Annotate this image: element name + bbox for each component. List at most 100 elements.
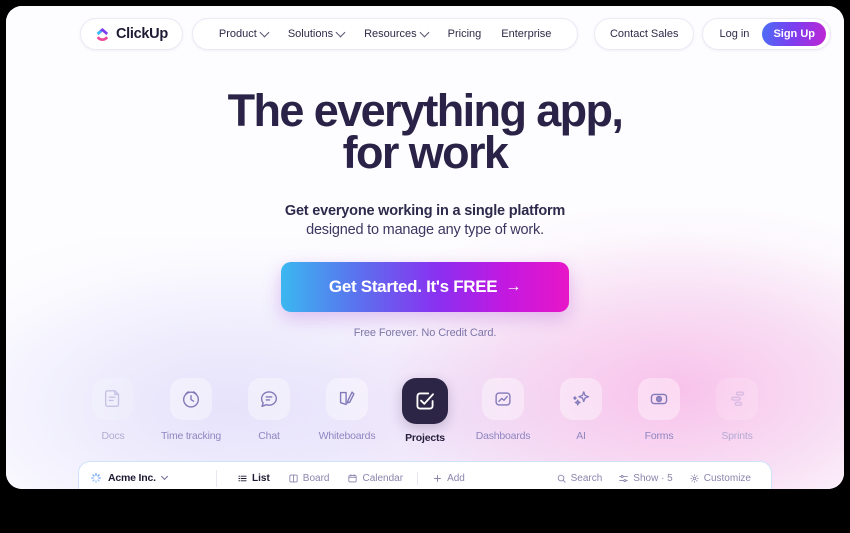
log-in-link[interactable]: Log in xyxy=(703,28,762,40)
document-icon xyxy=(104,390,120,408)
toolbar-divider xyxy=(216,469,217,487)
clock-icon xyxy=(182,391,200,408)
feature-tile xyxy=(170,378,212,420)
check-square-icon xyxy=(416,392,434,410)
tab-board[interactable]: Board xyxy=(279,473,339,484)
add-view-button[interactable]: Add xyxy=(423,473,474,484)
feature-dashboards[interactable]: Dashboards xyxy=(464,378,542,442)
app-toolbar: Acme Inc. List Board Calendar Add Search… xyxy=(79,462,771,489)
tab-label: List xyxy=(252,472,270,484)
nav-label: Pricing xyxy=(447,28,482,40)
feature-label: Sprints xyxy=(721,430,753,442)
cta-label: Get Started. It's FREE xyxy=(328,277,498,296)
page-title: The everything app, for work xyxy=(6,88,844,178)
chevron-down-icon xyxy=(259,27,270,37)
cta-container: Get Started. It's FREE → xyxy=(6,262,844,312)
calendar-icon xyxy=(348,473,358,482)
tab-label: Board xyxy=(302,472,330,484)
feature-tile xyxy=(326,378,368,420)
subheading-bold: Get everyone working in a single platfor… xyxy=(284,203,566,219)
cta-note: Free Forever. No Credit Card. xyxy=(353,327,497,339)
filter-icon xyxy=(619,474,629,482)
feature-label: Time tracking xyxy=(160,430,222,442)
workspace-switcher[interactable]: Acme Inc. xyxy=(90,472,216,484)
header-actions: Contact Sales Log in Sign Up xyxy=(593,18,831,50)
nav-label: Enterprise xyxy=(501,28,552,40)
tool-label: Customize xyxy=(703,472,751,484)
chart-square-icon xyxy=(495,392,511,406)
board-icon xyxy=(289,474,298,482)
device-frame-bottom xyxy=(0,489,850,533)
feature-label: Forms xyxy=(644,430,674,442)
feature-tile xyxy=(248,378,290,420)
feature-forms[interactable]: Forms xyxy=(620,378,698,442)
device-frame: ClickUp Product Solutions Resources Pric… xyxy=(0,0,850,533)
feature-label: AI xyxy=(576,430,586,442)
add-label: Add xyxy=(447,472,465,484)
feature-tile xyxy=(716,378,758,420)
nav-item-enterprise[interactable]: Enterprise xyxy=(491,28,561,40)
view-tabs: List Board Calendar Add xyxy=(228,471,474,485)
tab-calendar[interactable]: Calendar xyxy=(338,473,412,484)
whiteboard-pen-icon xyxy=(339,391,355,406)
feature-tile xyxy=(482,378,524,420)
nav-label: Product xyxy=(218,28,257,40)
sign-up-button[interactable]: Sign Up xyxy=(762,22,826,46)
chevron-down-icon xyxy=(335,27,346,37)
list-icon xyxy=(238,475,247,481)
sprint-bars-icon xyxy=(731,391,745,406)
nav-item-solutions[interactable]: Solutions xyxy=(278,27,354,40)
main-nav: Product Solutions Resources Pricing Ente… xyxy=(191,18,579,50)
chevron-down-icon xyxy=(160,472,168,480)
nav-item-resources[interactable]: Resources xyxy=(354,27,438,40)
nav-item-product[interactable]: Product xyxy=(209,27,278,40)
feature-label: Projects xyxy=(405,432,445,444)
search-icon xyxy=(557,474,566,483)
feature-ai[interactable]: AI xyxy=(542,378,620,442)
feature-docs[interactable]: Docs xyxy=(74,378,152,442)
site-header: ClickUp Product Solutions Resources Pric… xyxy=(6,6,844,62)
subheading-regular: designed to manage any type of work. xyxy=(306,222,544,238)
get-started-button[interactable]: Get Started. It's FREE → xyxy=(281,262,569,312)
nav-label: Solutions xyxy=(287,28,334,40)
tab-label: Calendar xyxy=(362,472,404,484)
arrow-right-icon: → xyxy=(505,278,522,295)
auth-group: Log in Sign Up xyxy=(702,18,831,50)
app-toolbar-right: Search Show · 5 Customize xyxy=(548,473,759,484)
search-button[interactable]: Search xyxy=(548,473,611,484)
logo[interactable]: ClickUp xyxy=(80,18,183,50)
feature-whiteboards[interactable]: Whiteboards xyxy=(308,378,386,442)
feature-tile xyxy=(92,378,134,420)
feature-time-tracking[interactable]: Time tracking xyxy=(152,378,230,442)
feature-tile xyxy=(638,378,680,420)
feature-chat[interactable]: Chat xyxy=(230,378,308,442)
page-viewport: ClickUp Product Solutions Resources Pric… xyxy=(6,6,844,489)
nav-label: Resources xyxy=(364,28,417,40)
feature-projects[interactable]: Projects xyxy=(386,378,464,444)
tab-divider xyxy=(417,471,419,485)
tool-label: Search xyxy=(570,472,603,484)
form-select-icon xyxy=(650,393,668,405)
logo-text: ClickUp xyxy=(116,26,168,42)
feature-switcher: Docs Time tracking Chat Whiteboards Proj… xyxy=(6,378,844,444)
tab-list[interactable]: List xyxy=(228,473,279,484)
feature-tile xyxy=(560,378,602,420)
workspace-name: Acme Inc. xyxy=(108,472,156,484)
clickup-spinner-icon xyxy=(91,473,101,483)
feature-label: Whiteboards xyxy=(318,430,376,442)
plus-icon xyxy=(434,474,442,482)
feature-label: Dashboards xyxy=(475,430,531,442)
headline-line-2: for work xyxy=(342,127,509,178)
nav-item-pricing[interactable]: Pricing xyxy=(438,28,492,40)
feature-label: Docs xyxy=(101,430,125,442)
show-filter-button[interactable]: Show · 5 xyxy=(610,473,680,484)
customize-button[interactable]: Customize xyxy=(681,473,759,484)
feature-label: Chat xyxy=(258,430,280,442)
contact-sales-button[interactable]: Contact Sales xyxy=(593,18,695,50)
app-preview-card: Acme Inc. List Board Calendar Add Search… xyxy=(78,461,772,489)
chat-bubble-icon xyxy=(260,391,278,408)
clickup-arc-logo-icon xyxy=(96,27,109,41)
feature-sprints[interactable]: Sprints xyxy=(698,378,776,442)
sparkles-icon xyxy=(573,391,590,406)
hero-section: The everything app, for work Get everyon… xyxy=(6,88,844,339)
